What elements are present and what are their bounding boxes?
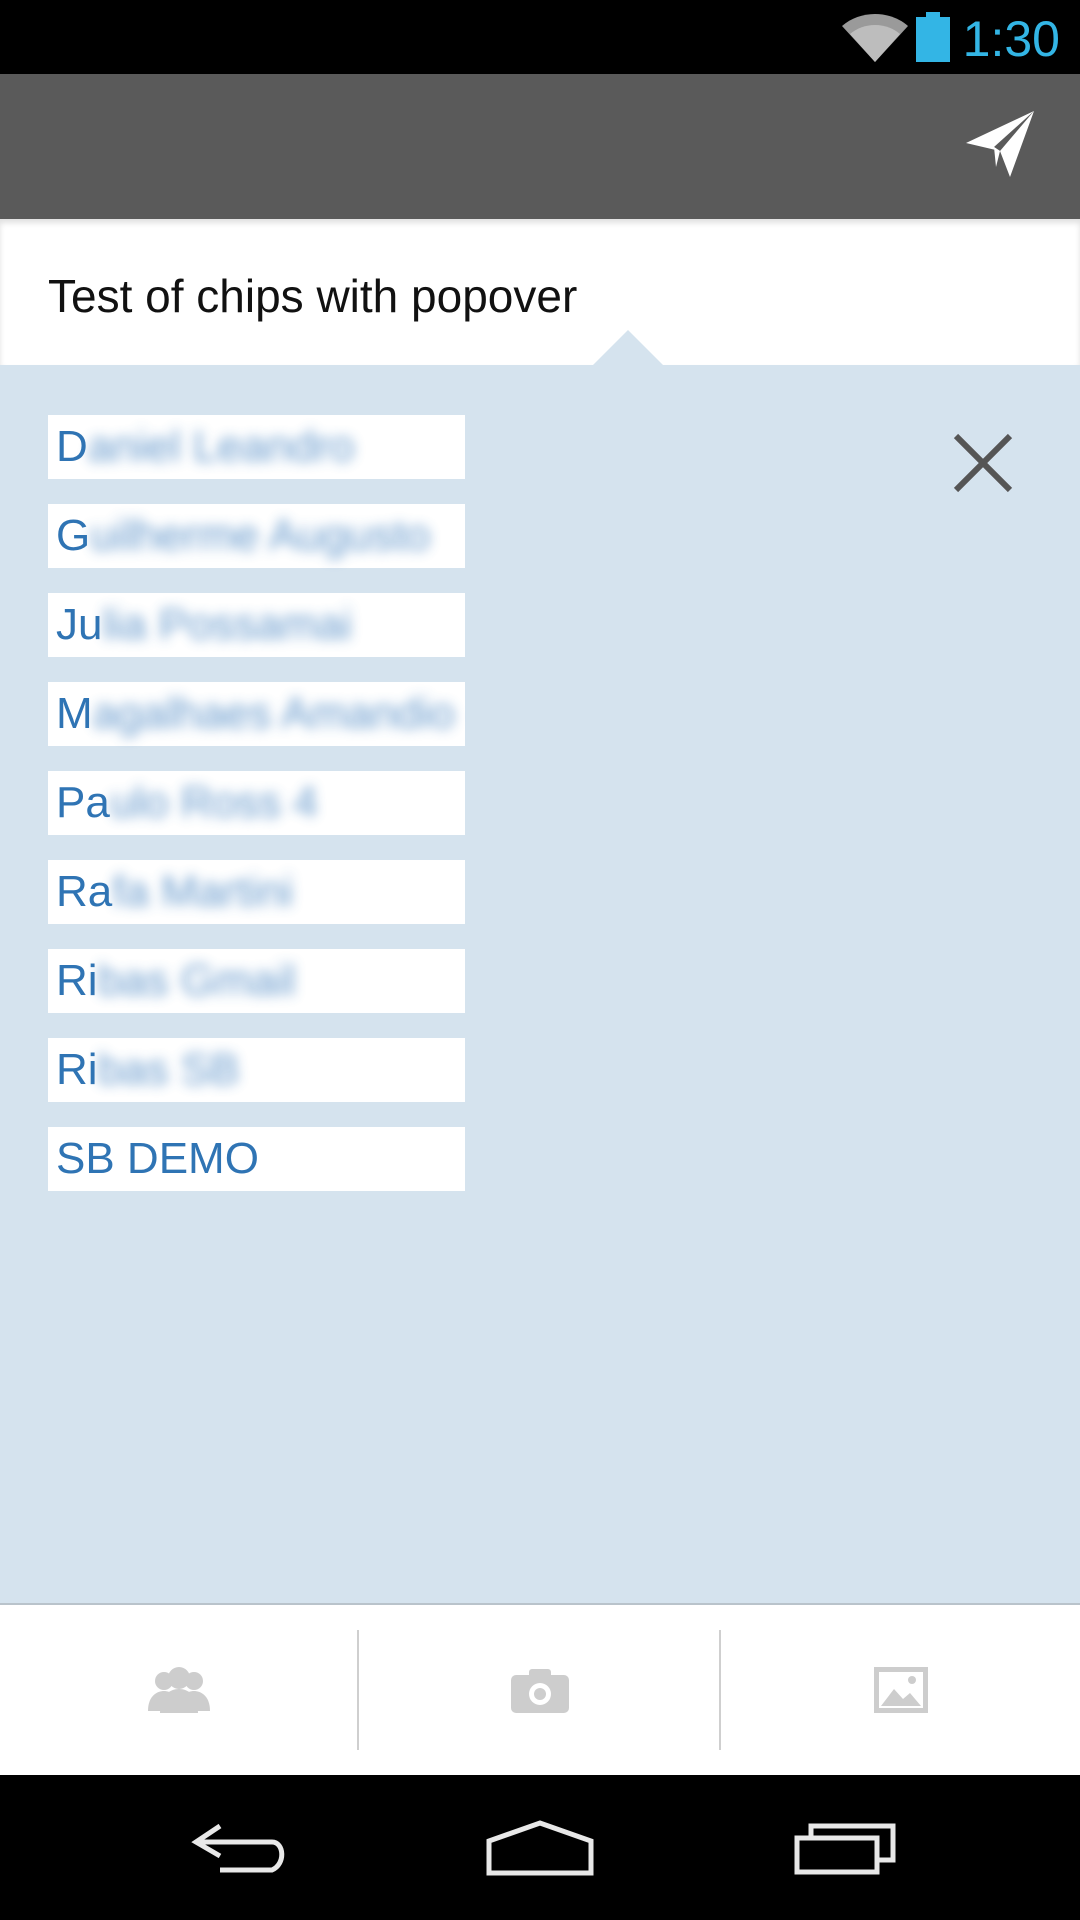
recipient-chip[interactable]: Guilherme Augusto — [48, 504, 465, 568]
recipient-chip[interactable]: Ribas Gmail — [48, 949, 465, 1013]
compose-header: Test of chips with popover — [0, 219, 1080, 365]
recipient-chip[interactable]: Rafa Martini — [48, 860, 465, 924]
camera-icon — [511, 1669, 569, 1713]
back-button[interactable] — [140, 1775, 340, 1920]
recipient-chip[interactable]: Magalhaes Amandio — [48, 682, 465, 746]
message-title[interactable]: Test of chips with popover — [48, 269, 577, 323]
chip-list: Daniel Leandro Guilherme Augusto Julia P… — [48, 415, 465, 1216]
attachment-bar — [0, 1605, 1080, 1775]
recipient-chip[interactable]: Daniel Leandro — [48, 415, 465, 479]
battery-icon — [916, 12, 950, 62]
back-icon — [191, 1823, 285, 1872]
contacts-icon — [148, 1667, 210, 1713]
popover-arrow — [593, 330, 663, 365]
recipient-chip[interactable]: Paulo Ross 4 — [48, 771, 465, 835]
wifi-icon — [842, 14, 908, 62]
recent-apps-icon — [794, 1823, 896, 1874]
send-icon — [966, 111, 1034, 177]
home-button[interactable] — [440, 1775, 640, 1920]
recipient-chip[interactable]: Julia Possamai — [48, 593, 465, 657]
recent-apps-button[interactable] — [745, 1775, 945, 1920]
action-bar — [0, 74, 1080, 219]
camera-button[interactable] — [361, 1605, 719, 1775]
image-icon — [874, 1667, 928, 1713]
status-bar: 1:30 — [0, 0, 1080, 74]
recipient-popover: Daniel Leandro Guilherme Augusto Julia P… — [0, 365, 1080, 1603]
recipient-chip[interactable]: SB DEMO — [48, 1127, 465, 1191]
home-icon — [486, 1819, 594, 1875]
separator — [719, 1630, 721, 1750]
recipient-chip[interactable]: Ribas SB — [48, 1038, 465, 1102]
close-icon[interactable] — [950, 430, 1016, 496]
image-button[interactable] — [722, 1605, 1080, 1775]
contacts-button[interactable] — [0, 1605, 358, 1775]
navigation-bar — [0, 1775, 1080, 1920]
send-button[interactable] — [950, 94, 1050, 194]
separator — [357, 1630, 359, 1750]
clock: 1:30 — [962, 11, 1060, 67]
